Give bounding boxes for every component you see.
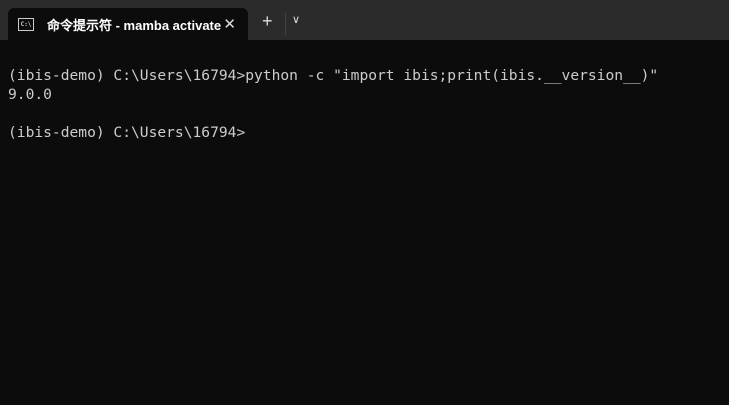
title-bar: C:\ 命令提示符 - mamba activate ✕ + ∨ (0, 0, 729, 40)
terminal-prompt: (ibis-demo) C:\Users\16794> (8, 124, 246, 141)
terminal-line: 9.0.0 (8, 86, 52, 103)
terminal-line: (ibis-demo) C:\Users\16794>python -c "im… (8, 67, 659, 84)
dropdown-chevron-icon[interactable]: ∨ (292, 13, 300, 26)
tab-title: 命令提示符 - mamba activate (47, 17, 222, 33)
close-tab-icon[interactable]: ✕ (223, 15, 236, 33)
new-tab-button[interactable]: + (262, 11, 273, 32)
cmd-icon: C:\ (18, 17, 34, 31)
terminal-output[interactable]: (ibis-demo) C:\Users\16794>python -c "im… (0, 40, 729, 142)
divider (285, 13, 286, 35)
tab-command-prompt[interactable]: C:\ 命令提示符 - mamba activate ✕ (8, 8, 248, 40)
